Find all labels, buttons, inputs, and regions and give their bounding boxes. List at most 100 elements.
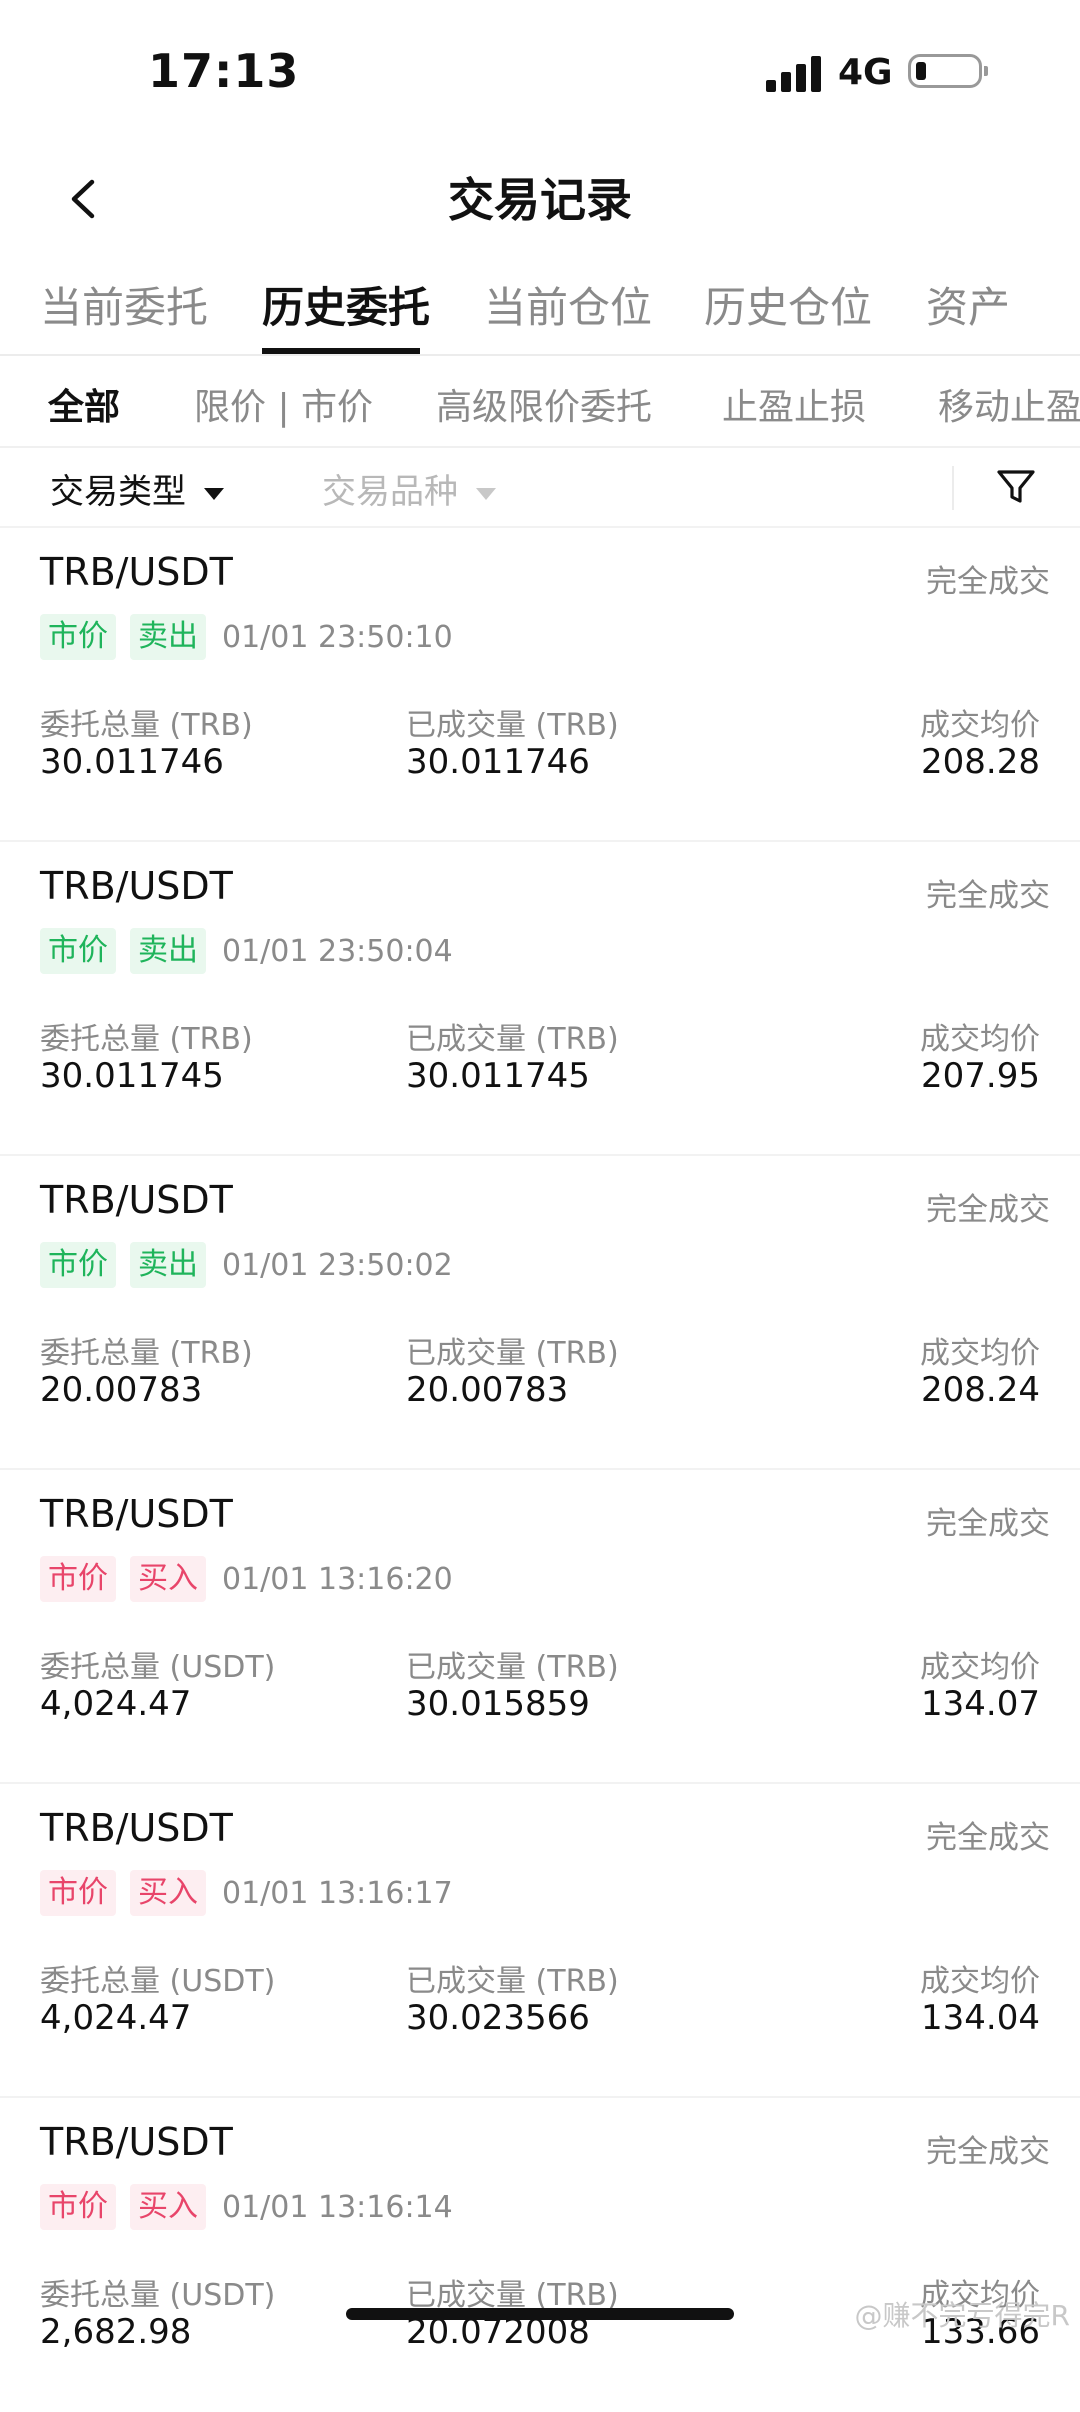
filled-label: 已成交量 (TRB) [406,1022,619,1057]
filled-value: 30.011745 [406,1056,590,1096]
tab-current-orders[interactable]: 当前委托 [40,274,208,335]
page-title: 交易记录 [448,173,632,227]
order-pair: TRB/USDT [40,1492,233,1536]
trade-symbol-dropdown[interactable]: 交易品种 [322,464,496,513]
subtab-tp-sl[interactable]: 止盈止损 [722,378,866,430]
order-pair: TRB/USDT [40,864,233,908]
order-status: 完全成交 [926,2134,1050,2170]
trade-type-dropdown[interactable]: 交易类型 [50,464,224,513]
order-pair: TRB/USDT [40,1178,233,1222]
avg-price-value: 208.28 [921,742,1040,782]
order-card[interactable]: TRB/USDT 完全成交 市价 买入 01/01 13:16:14 委托总量 … [0,2098,1080,2412]
order-type-badge: 市价 [40,1870,116,1916]
total-label: 委托总量 (TRB) [40,1022,253,1057]
caret-down-icon [476,487,496,500]
order-side-badge: 买入 [130,2184,206,2230]
order-time: 01/01 13:16:20 [222,1562,453,1597]
nav-header: 交易记录 [0,140,1080,260]
order-status: 完全成交 [926,1506,1050,1542]
order-side-badge: 卖出 [130,928,206,974]
watermark: @赚不完亏得完R [854,2299,1070,2332]
avg-price-label: 成交均价 [920,1964,1040,1999]
order-card[interactable]: TRB/USDT 完全成交 市价 买入 01/01 13:16:20 委托总量 … [0,1470,1080,1784]
order-type-badge: 市价 [40,2184,116,2230]
total-value: 30.011746 [40,742,224,782]
status-bar: 17:13 4G [0,0,1080,140]
order-card[interactable]: TRB/USDT 完全成交 市价 卖出 01/01 23:50:02 委托总量 … [0,1156,1080,1470]
total-label: 委托总量 (TRB) [40,1336,253,1371]
avg-price-label: 成交均价 [920,1022,1040,1057]
order-side-badge: 卖出 [130,1242,206,1288]
subtab-advanced-limit[interactable]: 高级限价委托 [436,378,652,430]
tab-current-positions[interactable]: 当前仓位 [484,274,652,335]
avg-price-label: 成交均价 [920,1650,1040,1685]
filled-value: 30.015859 [406,1684,590,1724]
order-card[interactable]: TRB/USDT 完全成交 市价 买入 01/01 13:16:17 委托总量 … [0,1784,1080,2098]
home-indicator[interactable] [346,2308,734,2320]
tab-assets[interactable]: 资产 [926,274,1010,335]
order-type-badge: 市价 [40,614,116,660]
avg-price-value: 208.24 [921,1370,1040,1410]
tab-order-history[interactable]: 历史委托 [262,274,430,335]
filled-label: 已成交量 (TRB) [406,1964,619,1999]
order-time: 01/01 23:50:10 [222,620,453,655]
avg-price-label: 成交均价 [920,708,1040,743]
main-tabs: 当前委托 历史委托 当前仓位 历史仓位 资产 [0,260,1080,356]
order-card[interactable]: TRB/USDT 完全成交 市价 卖出 01/01 23:50:04 委托总量 … [0,842,1080,1156]
order-type-badge: 市价 [40,1242,116,1288]
order-type-badge: 市价 [40,928,116,974]
order-status: 完全成交 [926,1192,1050,1228]
subtab-limit-market[interactable]: 限价 | 市价 [194,378,373,430]
avg-price-label: 成交均价 [920,1336,1040,1371]
order-status: 完全成交 [926,1820,1050,1856]
tab-position-history[interactable]: 历史仓位 [704,274,872,335]
total-value: 30.011745 [40,1056,224,1096]
subtab-all[interactable]: 全部 [48,378,120,430]
total-label: 委托总量 (USDT) [40,1650,276,1685]
filter-divider [952,466,954,510]
total-value: 4,024.47 [40,1684,192,1724]
total-value: 20.00783 [40,1370,203,1410]
avg-price-value: 134.07 [921,1684,1040,1724]
total-label: 委托总量 (TRB) [40,708,253,743]
order-time: 01/01 13:16:17 [222,1876,453,1911]
avg-price-value: 134.04 [921,1998,1040,2038]
sub-tabs: 全部 限价 | 市价 高级限价委托 止盈止损 移动止盈 [0,356,1080,448]
order-pair: TRB/USDT [40,550,233,594]
order-side-badge: 卖出 [130,614,206,660]
funnel-icon[interactable] [994,464,1038,508]
chevron-left-icon[interactable] [60,174,110,224]
order-pair: TRB/USDT [40,1806,233,1850]
avg-price-value: 207.95 [921,1056,1040,1096]
active-tab-indicator [262,348,420,354]
order-card[interactable]: TRB/USDT 完全成交 市价 卖出 01/01 23:50:10 委托总量 … [0,528,1080,842]
total-value: 4,024.47 [40,1998,192,2038]
filled-value: 30.011746 [406,742,590,782]
filled-value: 30.023566 [406,1998,590,2038]
battery-icon [908,54,988,88]
status-time: 17:13 [148,44,300,98]
trade-type-label: 交易类型 [50,472,186,512]
network-type: 4G [838,52,893,93]
caret-down-icon [204,487,224,500]
order-side-badge: 买入 [130,1556,206,1602]
total-label: 委托总量 (USDT) [40,2278,276,2313]
filled-value: 20.00783 [406,1370,569,1410]
filled-label: 已成交量 (TRB) [406,708,619,743]
order-time: 01/01 13:16:14 [222,2190,453,2225]
total-value: 2,682.98 [40,2312,192,2352]
order-status: 完全成交 [926,564,1050,600]
filter-bar: 交易类型 交易品种 [0,448,1080,528]
trade-symbol-label: 交易品种 [322,472,458,512]
filled-label: 已成交量 (TRB) [406,1650,619,1685]
signal-icon [766,56,822,92]
order-time: 01/01 23:50:02 [222,1248,453,1283]
filled-label: 已成交量 (TRB) [406,1336,619,1371]
order-status: 完全成交 [926,878,1050,914]
order-time: 01/01 23:50:04 [222,934,453,969]
order-pair: TRB/USDT [40,2120,233,2164]
order-side-badge: 买入 [130,1870,206,1916]
subtab-trailing-stop[interactable]: 移动止盈 [938,378,1080,430]
order-type-badge: 市价 [40,1556,116,1602]
total-label: 委托总量 (USDT) [40,1964,276,1999]
